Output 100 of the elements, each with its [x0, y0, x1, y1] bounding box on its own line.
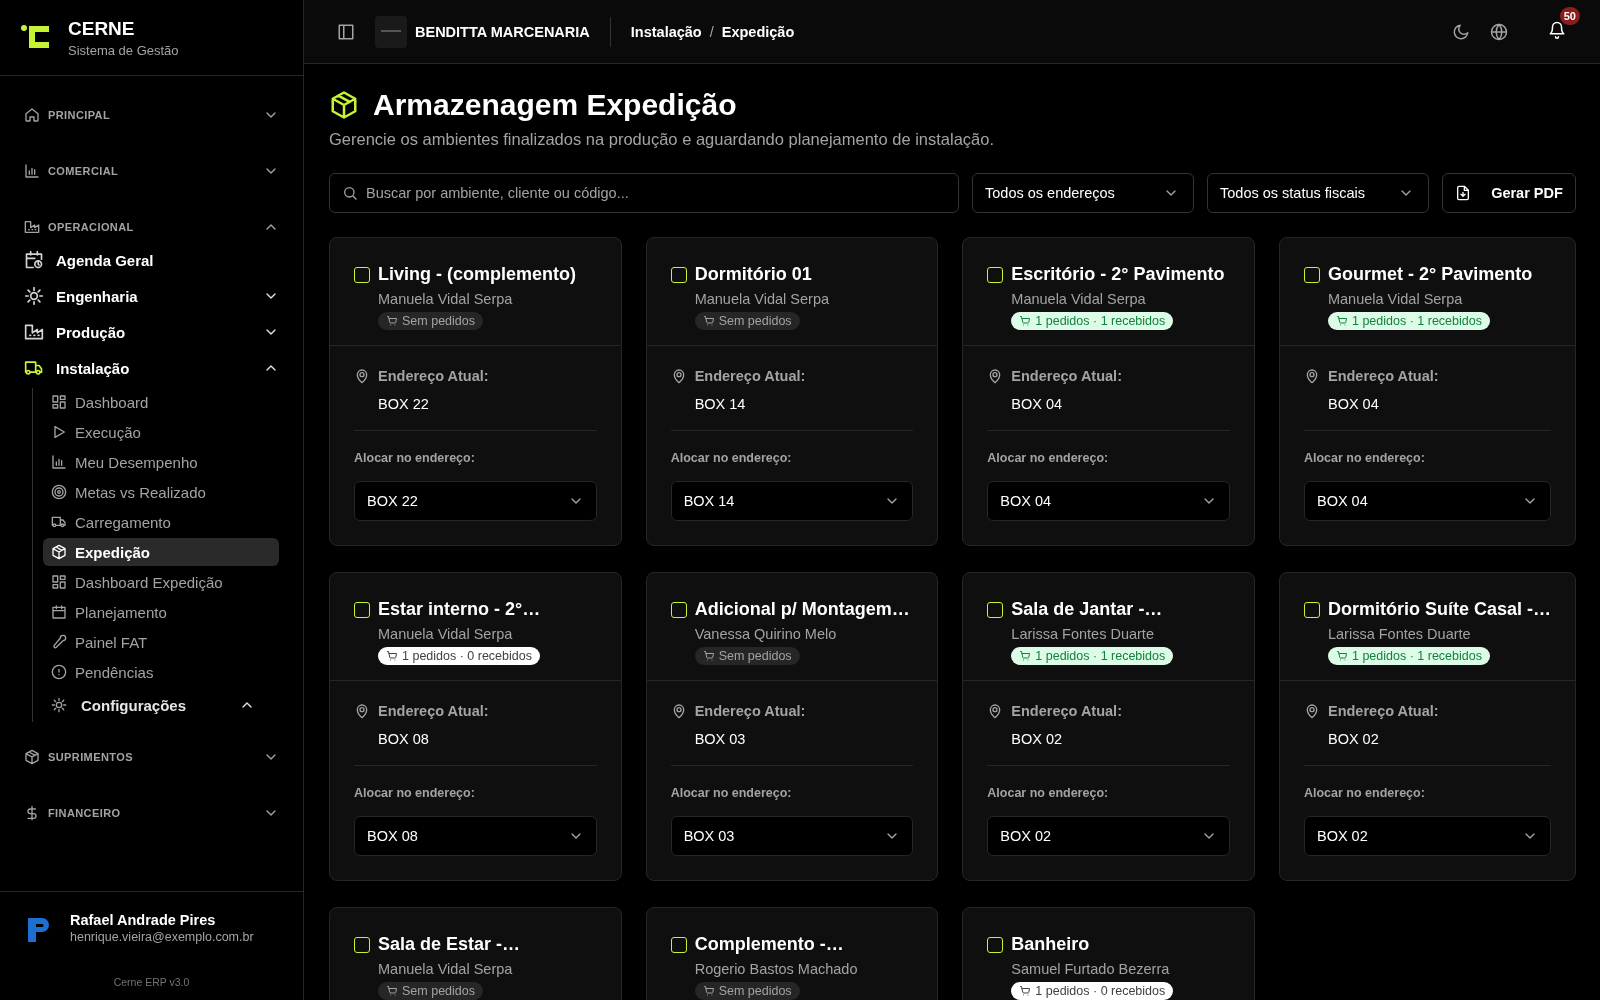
nav-subitem[interactable]: Painel FAT [43, 628, 279, 656]
client-name: Larissa Fontes Duarte [1011, 626, 1155, 642]
nav-subitem[interactable]: Expedição [43, 538, 279, 566]
section-header[interactable]: COMERCIAL [24, 154, 279, 188]
orders-badge: 1 pedidos · 1 recebidos [1011, 312, 1174, 330]
orders-badge: Sem pedidos [378, 312, 483, 330]
client-name: Manuela Vidal Serpa [1327, 291, 1464, 307]
address-select[interactable]: BOX 08 [354, 816, 597, 856]
nav-subitem[interactable]: Planejamento [43, 598, 279, 626]
page-title: Armazenagem Expedição [373, 88, 737, 122]
room-title: Sala de Jantar -… [1011, 599, 1164, 620]
client-name: Manuela Vidal Serpa [378, 626, 514, 642]
room-title: Living - (complemento) [378, 264, 576, 285]
checkbox[interactable] [1303, 267, 1320, 283]
address-label: Endereço Atual: [1011, 368, 1122, 384]
nav-subitem[interactable]: Execução [43, 418, 279, 446]
bell-icon[interactable] [1548, 20, 1566, 39]
nav-item[interactable]: Produção [24, 314, 279, 350]
settings-icon [51, 697, 67, 713]
room-title: Estar interno - 2°… [378, 599, 541, 620]
play-icon [51, 424, 67, 440]
cart-icon [386, 315, 398, 327]
allocate-label: Alocar no endereço: [670, 786, 793, 800]
checkbox[interactable] [987, 937, 1004, 953]
cart-icon [702, 985, 715, 997]
orders-badge: Sem pedidos [694, 982, 800, 1000]
address-label: Endereço Atual: [378, 368, 489, 384]
address-select[interactable]: BOX 04 [1303, 481, 1551, 521]
client-name: Rogerio Bastos Machado [694, 961, 858, 977]
pin-icon [354, 368, 370, 384]
orders-badge: 1 pedidos · 1 recebidos [1011, 647, 1174, 665]
address-label: Endereço Atual: [694, 368, 806, 384]
nav-item[interactable]: Agenda Geral [24, 242, 279, 278]
cart-icon [1019, 985, 1032, 997]
checkbox[interactable] [354, 267, 370, 283]
room-title: Dormitório 01 [694, 264, 813, 285]
alert-icon [51, 664, 67, 680]
cart-icon [1019, 650, 1032, 662]
client-name: Manuela Vidal Serpa [378, 291, 514, 307]
filter-dropdown[interactable]: Todos os status fiscais [1207, 173, 1429, 213]
nav-subitem[interactable]: Dashboard Expedição [43, 568, 279, 596]
bar-chart-icon [51, 454, 67, 470]
breadcrumb-link[interactable]: Instalação [630, 23, 702, 40]
nav-subitem[interactable]: Carregamento [43, 508, 279, 536]
orders-badge: Sem pedidos [694, 312, 800, 330]
grid-icon [51, 574, 67, 590]
nav-item[interactable]: Instalação [24, 350, 279, 386]
factory-icon [24, 219, 40, 235]
section-header[interactable]: SUPRIMENTOS [24, 740, 279, 774]
nav-subitem[interactable]: Pendências [43, 658, 279, 686]
address-select[interactable]: BOX 22 [354, 481, 597, 521]
truck-icon [51, 514, 67, 530]
allocate-label: Alocar no endereço: [670, 451, 793, 465]
room-title: Gourmet - 2° Pavimento [1327, 264, 1533, 285]
address-select[interactable]: BOX 03 [670, 816, 914, 856]
checkbox[interactable] [1303, 602, 1320, 618]
allocate-label: Alocar no endereço: [354, 786, 476, 800]
checkbox[interactable] [670, 267, 687, 283]
cart-icon [702, 315, 715, 327]
section-header[interactable]: FINANCEIRO [24, 796, 279, 830]
address-select[interactable]: BOX 02 [987, 816, 1230, 856]
search-field[interactable]: Buscar por ambiente, cliente ou código... [329, 173, 959, 213]
checkbox[interactable] [354, 602, 370, 618]
nav-subitem[interactable]: Configurações [43, 688, 263, 722]
page-subtitle: Gerencie os ambientes finalizados na produção e aguardando planejamento de instalação. [329, 130, 996, 149]
box-icon [24, 749, 40, 765]
allocate-label: Alocar no endereço: [987, 786, 1110, 800]
sidebar-toggle-icon[interactable] [337, 22, 355, 41]
client-name: Manuela Vidal Serpa [694, 291, 829, 307]
allocate-label: Alocar no endereço: [987, 451, 1110, 465]
box-icon [329, 90, 359, 120]
checkbox[interactable] [987, 267, 1004, 283]
address-select[interactable]: BOX 02 [1303, 816, 1551, 856]
brand-name: CERNE [68, 17, 136, 40]
room-title: Dormitório Suíte Casal -… [1327, 599, 1551, 620]
nav-item[interactable]: Engenharia [24, 278, 279, 314]
nav-subitem[interactable]: Metas vs Realizado [43, 478, 279, 506]
brand-subtitle: Sistema de Gestão [68, 42, 179, 58]
checkbox[interactable] [354, 937, 370, 953]
breadcrumb-link[interactable]: Expedição [721, 23, 795, 40]
address-value: BOX 02 [1327, 731, 1380, 747]
address-value: BOX 22 [378, 396, 430, 412]
pdf-button[interactable]: Gerar PDF [1442, 173, 1576, 213]
checkbox[interactable] [670, 602, 687, 618]
section-header[interactable]: OPERACIONAL [24, 210, 279, 244]
address-select[interactable]: BOX 14 [670, 481, 914, 521]
moon-icon[interactable] [1452, 22, 1470, 41]
client-name: Larissa Fontes Duarte [1327, 626, 1472, 642]
address-select[interactable]: BOX 04 [987, 481, 1230, 521]
globe-icon[interactable] [1490, 22, 1508, 41]
filter-dropdown[interactable]: Todos os endereços [972, 173, 1194, 213]
address-value: BOX 14 [694, 396, 747, 412]
client-name: Samuel Furtado Bezerra [1011, 961, 1171, 977]
target-icon [51, 484, 67, 500]
nav-subitem[interactable]: Meu Desempenho [43, 448, 279, 476]
section-header[interactable]: PRINCIPAL [24, 98, 279, 132]
checkbox[interactable] [670, 937, 687, 953]
checkbox[interactable] [987, 602, 1004, 618]
nav-subitem[interactable]: Dashboard [43, 388, 279, 416]
address-label: Endereço Atual: [1327, 368, 1439, 384]
